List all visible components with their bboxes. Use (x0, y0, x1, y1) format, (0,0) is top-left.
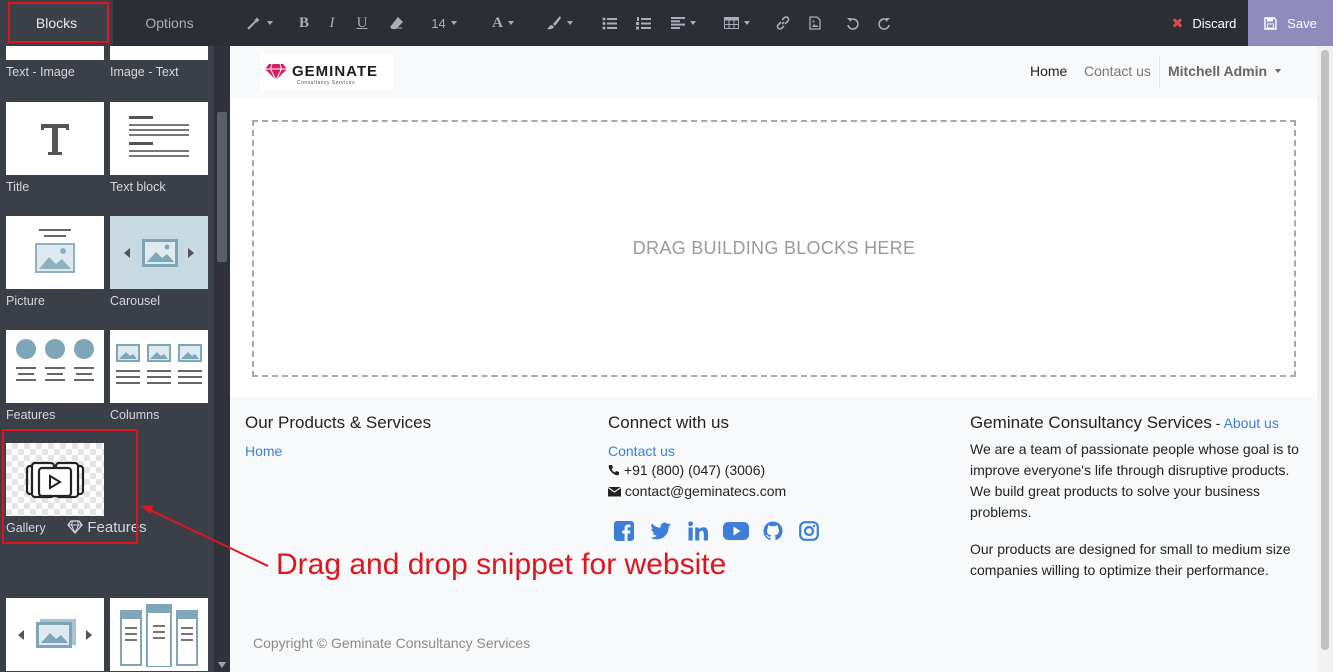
annotation-text: Drag and drop snippet for website (276, 548, 727, 581)
